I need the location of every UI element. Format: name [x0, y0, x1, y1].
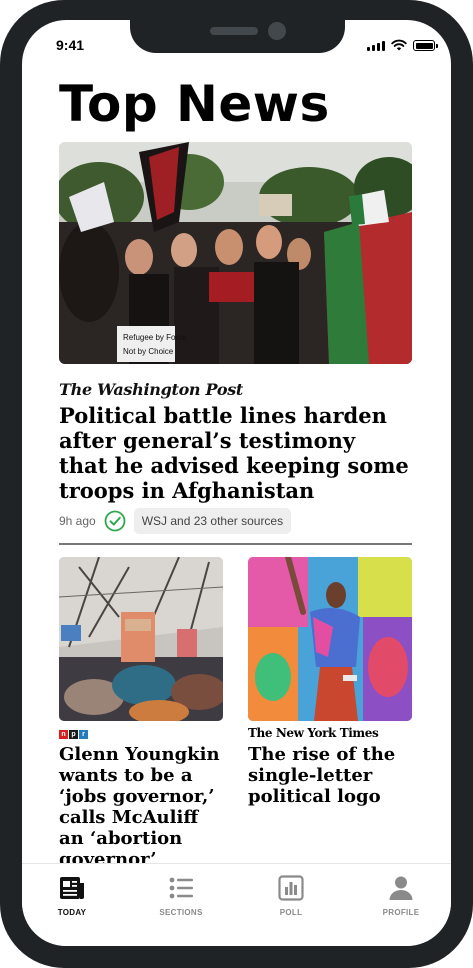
phone-screen: 9:41 Top News Refugee by Force Not by Ch… [22, 20, 451, 946]
protest-photo: Refugee by Force Not by Choice [59, 142, 412, 364]
wifi-icon [391, 39, 407, 51]
tab-poll[interactable]: POLL [251, 874, 331, 917]
story-right-image[interactable] [248, 557, 412, 721]
story-left-image[interactable] [59, 557, 223, 721]
section-divider [59, 543, 412, 545]
verified-check-icon [104, 510, 126, 532]
page-title: Top News [59, 75, 330, 133]
story-right-headline[interactable]: The rise of the single-letter political … [248, 744, 418, 807]
tab-profile-label: PROFILE [382, 908, 420, 917]
npr-logo-r: r [79, 730, 88, 739]
tab-profile[interactable]: PROFILE [361, 874, 441, 917]
speaker-icon [210, 27, 258, 35]
svg-text:Not by Choice: Not by Choice [123, 347, 174, 356]
bar-chart-icon [278, 875, 304, 901]
bottom-tab-bar: TODAY SECTIONS POLL PROFILE [22, 863, 451, 946]
hero-meta: 9h ago WSJ and 23 other sources [59, 508, 292, 534]
tab-sections[interactable]: SECTIONS [141, 874, 221, 917]
hero-story-image[interactable]: Refugee by Force Not by Choice [59, 142, 412, 364]
svg-text:Refugee by Force: Refugee by Force [123, 333, 187, 342]
rally-photo [59, 557, 223, 721]
hero-headline[interactable]: Political battle lines harden after gene… [59, 403, 409, 503]
tab-poll-label: POLL [279, 908, 303, 917]
status-time: 9:41 [56, 37, 85, 53]
npr-logo-n: n [59, 730, 68, 739]
phone-frame: 9:41 Top News Refugee by Force Not by Ch… [0, 0, 473, 968]
hero-time-ago: 9h ago [59, 514, 96, 528]
signal-icon [367, 41, 385, 51]
newspaper-icon [60, 877, 84, 899]
status-icons [367, 39, 438, 51]
battery-icon [413, 40, 438, 51]
npr-logo: n p r [59, 730, 88, 739]
person-icon [389, 876, 413, 900]
tab-sections-label: SECTIONS [159, 908, 203, 917]
tab-today-label: TODAY [57, 908, 87, 917]
list-icon [169, 877, 193, 899]
story-left-headline[interactable]: Glenn Youngkin wants to be a ‘jobs gover… [59, 744, 227, 870]
front-camera-icon [268, 22, 286, 40]
tab-today[interactable]: TODAY [32, 874, 112, 917]
source-new-york-times: The New York Times [248, 726, 379, 740]
source-washington-post: The Washington Post [59, 380, 244, 399]
mural-photo [248, 557, 412, 721]
sources-chip[interactable]: WSJ and 23 other sources [133, 508, 292, 534]
npr-logo-p: p [69, 730, 78, 739]
camera-notch [130, 20, 345, 53]
